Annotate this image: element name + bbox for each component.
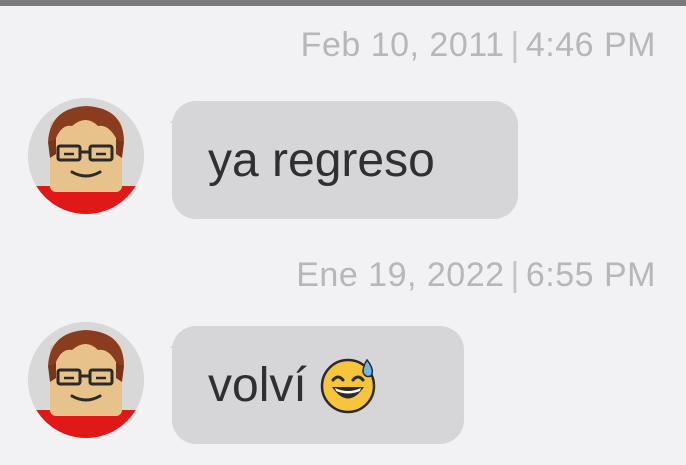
message-date: Feb 10, 2011	[300, 26, 505, 64]
timestamp-separator: |	[510, 26, 520, 64]
message-bubble[interactable]: volví	[170, 326, 464, 444]
message-timestamp: Ene 19, 2022 | 6:55 PM	[296, 256, 656, 295]
message-date: Ene 19, 2022	[296, 256, 505, 294]
message-time: 4:46 PM	[525, 26, 656, 64]
user-avatar[interactable]	[28, 98, 144, 214]
window-top-border	[0, 0, 686, 6]
roblox-avatar-icon	[28, 322, 144, 438]
message-text: ya regreso	[208, 133, 435, 187]
roblox-avatar-icon	[28, 98, 144, 214]
message-bubble[interactable]: ya regreso	[170, 101, 518, 219]
message-time: 6:55 PM	[525, 256, 656, 294]
user-avatar[interactable]	[28, 322, 144, 438]
timestamp-separator: |	[510, 256, 520, 294]
message-text: volví	[208, 358, 307, 412]
message-timestamp: Feb 10, 2011 | 4:46 PM	[301, 26, 656, 65]
sweat-smile-emoji-icon	[320, 358, 375, 414]
